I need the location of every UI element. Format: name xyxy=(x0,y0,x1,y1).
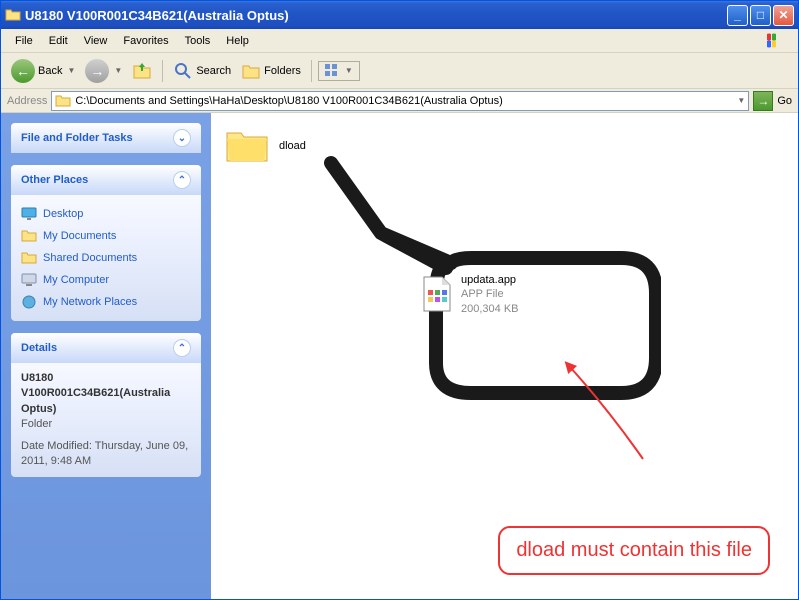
close-button[interactable]: ✕ xyxy=(773,5,794,26)
sidebar-item-shared[interactable]: Shared Documents xyxy=(21,247,191,269)
folders-icon xyxy=(241,61,261,81)
panel-other-places: Other Places ⌃ Desktop My Documents Shar… xyxy=(11,165,201,321)
folder-icon xyxy=(55,93,71,109)
panel-title: Details xyxy=(21,342,57,354)
details-name: U8180 V100R001C34B621(Australia Optus) xyxy=(21,371,191,417)
menu-help[interactable]: Help xyxy=(218,32,257,50)
minimize-button[interactable]: _ xyxy=(727,5,748,26)
windows-flag-icon xyxy=(766,33,786,49)
address-input[interactable] xyxy=(75,95,731,107)
desktop-icon xyxy=(21,206,37,222)
back-button[interactable]: ← Back ▼ xyxy=(7,57,79,85)
folder-icon xyxy=(5,7,21,23)
search-label: Search xyxy=(196,65,231,77)
sidebar-item-label: My Computer xyxy=(43,274,109,286)
sidebar: File and Folder Tasks ⌄ Other Places ⌃ D… xyxy=(1,113,211,599)
file-name: updata.app xyxy=(461,273,519,287)
app-file-icon xyxy=(421,276,453,312)
go-button[interactable]: → xyxy=(753,91,773,111)
sidebar-item-label: My Documents xyxy=(43,230,116,242)
maximize-button[interactable]: □ xyxy=(750,5,771,26)
sidebar-item-desktop[interactable]: Desktop xyxy=(21,203,191,225)
panel-header-tasks[interactable]: File and Folder Tasks ⌄ xyxy=(11,123,201,153)
sidebar-item-label: Shared Documents xyxy=(43,252,137,264)
forward-button[interactable]: → ▼ xyxy=(81,57,126,85)
menu-file[interactable]: File xyxy=(7,32,41,50)
chevron-down-icon[interactable]: ▼ xyxy=(737,96,745,105)
folder-icon xyxy=(225,127,269,165)
folder-content-area[interactable]: dload updata.app APP File 200,304 KB dlo… xyxy=(211,113,798,599)
annotation-arrow xyxy=(558,359,658,469)
details-type: Folder xyxy=(21,417,191,432)
up-button[interactable] xyxy=(128,59,156,83)
chevron-up-icon: ⌃ xyxy=(173,171,191,189)
file-size: 200,304 KB xyxy=(461,302,519,316)
views-button[interactable]: ▼ xyxy=(318,61,360,81)
go-label: Go xyxy=(777,95,792,107)
menu-edit[interactable]: Edit xyxy=(41,32,76,50)
folders-label: Folders xyxy=(264,65,301,77)
folder-label: dload xyxy=(279,140,306,152)
panel-details: Details ⌃ U8180 V100R001C34B621(Australi… xyxy=(11,333,201,477)
chevron-down-icon: ⌄ xyxy=(173,129,191,147)
computer-icon xyxy=(21,272,37,288)
chevron-down-icon: ▼ xyxy=(114,66,122,75)
panel-title: File and Folder Tasks xyxy=(21,132,133,144)
views-icon xyxy=(325,64,343,78)
file-item-updata[interactable]: updata.app APP File 200,304 KB xyxy=(421,273,519,316)
menu-view[interactable]: View xyxy=(76,32,116,50)
search-button[interactable]: Search xyxy=(169,59,235,83)
sidebar-item-label: Desktop xyxy=(43,208,83,220)
address-label: Address xyxy=(7,95,47,107)
shared-icon xyxy=(21,250,37,266)
sidebar-item-documents[interactable]: My Documents xyxy=(21,225,191,247)
chevron-up-icon: ⌃ xyxy=(173,339,191,357)
search-icon xyxy=(173,61,193,81)
panel-header-other[interactable]: Other Places ⌃ xyxy=(11,165,201,195)
toolbar: ← Back ▼ → ▼ Search Folders ▼ xyxy=(1,53,798,89)
sidebar-item-label: My Network Places xyxy=(43,296,137,308)
documents-icon xyxy=(21,228,37,244)
forward-arrow-icon: → xyxy=(85,59,109,83)
folder-up-icon xyxy=(132,61,152,81)
window-title: U8180 V100R001C34B621(Australia Optus) xyxy=(25,8,727,23)
chevron-down-icon: ▼ xyxy=(67,66,75,75)
sidebar-item-network[interactable]: My Network Places xyxy=(21,291,191,313)
network-icon xyxy=(21,294,37,310)
back-arrow-icon: ← xyxy=(11,59,35,83)
back-label: Back xyxy=(38,65,62,77)
addressbar: Address ▼ → Go xyxy=(1,89,798,113)
titlebar: U8180 V100R001C34B621(Australia Optus) _… xyxy=(1,1,798,29)
sidebar-item-computer[interactable]: My Computer xyxy=(21,269,191,291)
panel-header-details[interactable]: Details ⌃ xyxy=(11,333,201,363)
menubar: File Edit View Favorites Tools Help xyxy=(1,29,798,53)
menu-tools[interactable]: Tools xyxy=(177,32,219,50)
folders-button[interactable]: Folders xyxy=(237,59,305,83)
menu-favorites[interactable]: Favorites xyxy=(115,32,176,50)
panel-file-folder-tasks: File and Folder Tasks ⌄ xyxy=(11,123,201,153)
details-modified: Date Modified: Thursday, June 09, 2011, … xyxy=(21,439,191,470)
annotation-text: dload must contain this file xyxy=(498,526,770,575)
address-field[interactable]: ▼ xyxy=(51,91,749,111)
file-type: APP File xyxy=(461,287,519,301)
chevron-down-icon: ▼ xyxy=(345,66,353,75)
panel-title: Other Places xyxy=(21,174,88,186)
